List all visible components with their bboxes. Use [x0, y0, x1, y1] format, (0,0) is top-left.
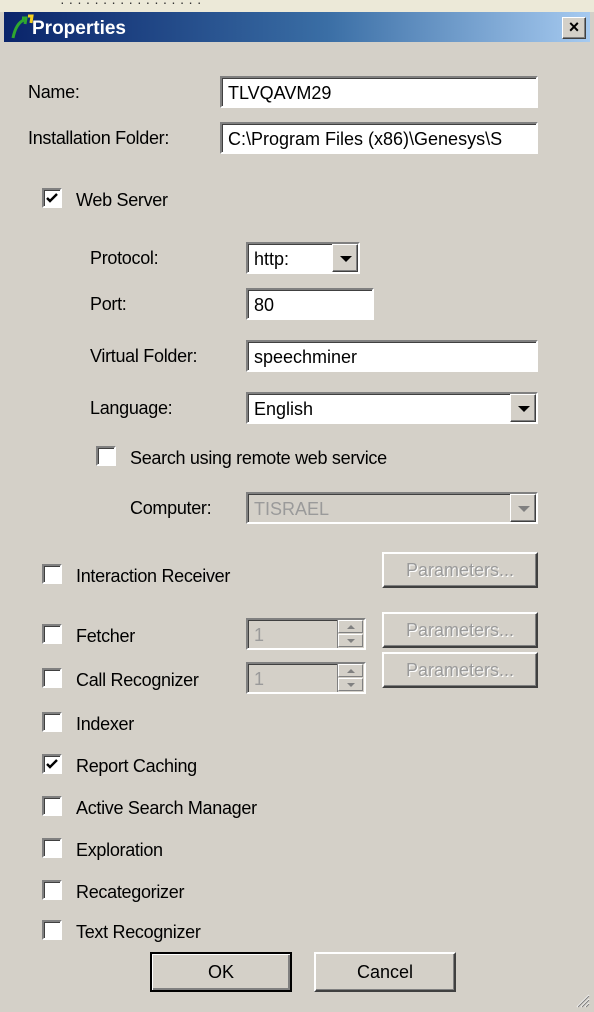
language-label: Language:: [90, 398, 173, 418]
port-field[interactable]: 80: [246, 288, 374, 320]
report-caching-checkbox[interactable]: [42, 754, 62, 774]
interaction-receiver-checkbox[interactable]: [42, 564, 62, 584]
background-window-strip: · · · · · · · · · · · · · · · · ·: [0, 0, 594, 12]
indexer-checkbox[interactable]: [42, 712, 62, 732]
call-recognizer-label: Call Recognizer: [76, 670, 199, 690]
chevron-down-icon: [518, 406, 530, 412]
search-remote-label: Search using remote web service: [130, 448, 387, 468]
computer-dropdown[interactable]: TISRAEL: [246, 492, 538, 524]
protocol-value: http:: [254, 249, 290, 269]
language-dropdown-button[interactable]: [510, 394, 536, 422]
text-recognizer-label: Text Recognizer: [76, 922, 201, 942]
recategorizer-label: Recategorizer: [76, 882, 185, 902]
arrow-up-icon: [347, 625, 355, 629]
computer-dropdown-button[interactable]: [510, 494, 536, 522]
checkmark-icon: [46, 193, 58, 203]
arrow-down-icon: [347, 639, 355, 643]
indexer-label: Indexer: [76, 714, 134, 734]
fetcher-label: Fetcher: [76, 626, 135, 646]
close-button[interactable]: ×: [562, 17, 586, 39]
fetcher-checkbox[interactable]: [42, 624, 62, 644]
call-recognizer-count-stepper[interactable]: 1: [246, 662, 366, 694]
text-recognizer-checkbox[interactable]: [42, 920, 62, 940]
checkmark-icon: [46, 759, 58, 769]
call-recognizer-spin-buttons[interactable]: [337, 664, 364, 692]
name-label: Name:: [28, 82, 80, 102]
recategorizer-checkbox[interactable]: [42, 880, 62, 900]
fetcher-parameters-button[interactable]: Parameters...: [382, 612, 538, 648]
web-server-checkbox[interactable]: [42, 188, 62, 208]
window-title: Properties: [32, 18, 126, 39]
active-search-manager-label: Active Search Manager: [76, 798, 257, 818]
installation-folder-label: Installation Folder:: [28, 128, 170, 148]
arrow-up-icon: [347, 669, 355, 673]
computer-label: Computer:: [130, 498, 212, 518]
ok-button[interactable]: OK: [150, 952, 292, 992]
arrow-down-icon: [347, 683, 355, 687]
chevron-down-icon: [340, 256, 352, 262]
chevron-down-icon: [518, 506, 530, 512]
call-recognizer-parameters-button[interactable]: Parameters...: [382, 652, 538, 688]
port-label: Port:: [90, 294, 127, 314]
language-value: English: [254, 399, 314, 419]
interaction-receiver-parameters-button[interactable]: Parameters...: [382, 552, 538, 588]
report-caching-label: Report Caching: [76, 756, 197, 776]
interaction-receiver-label: Interaction Receiver: [76, 566, 231, 586]
search-remote-checkbox[interactable]: [96, 446, 116, 466]
web-server-label: Web Server: [76, 190, 168, 210]
close-icon: ×: [568, 17, 580, 37]
protocol-dropdown-button[interactable]: [332, 244, 358, 272]
language-dropdown[interactable]: English: [246, 392, 538, 424]
protocol-dropdown[interactable]: http:: [246, 242, 360, 274]
fetcher-spin-buttons[interactable]: [337, 620, 364, 648]
exploration-checkbox[interactable]: [42, 838, 62, 858]
call-recognizer-checkbox[interactable]: [42, 668, 62, 688]
name-field[interactable]: TLVQAVM29: [220, 76, 538, 108]
title-bar[interactable]: Properties ×: [4, 12, 590, 42]
fetcher-count-stepper[interactable]: 1: [246, 618, 366, 650]
exploration-label: Exploration: [76, 840, 163, 860]
virtual-folder-field[interactable]: speechminer: [246, 340, 538, 372]
protocol-label: Protocol:: [90, 248, 159, 268]
fetcher-count-value: 1: [254, 625, 265, 645]
virtual-folder-label: Virtual Folder:: [90, 346, 198, 366]
call-recognizer-count-value: 1: [254, 669, 265, 689]
resize-grip-icon[interactable]: [574, 992, 590, 1008]
active-search-manager-checkbox[interactable]: [42, 796, 62, 816]
installation-folder-field[interactable]: C:\Program Files (x86)\Genesys\S: [220, 122, 538, 154]
cancel-button[interactable]: Cancel: [314, 952, 456, 992]
computer-value: TISRAEL: [254, 499, 330, 519]
